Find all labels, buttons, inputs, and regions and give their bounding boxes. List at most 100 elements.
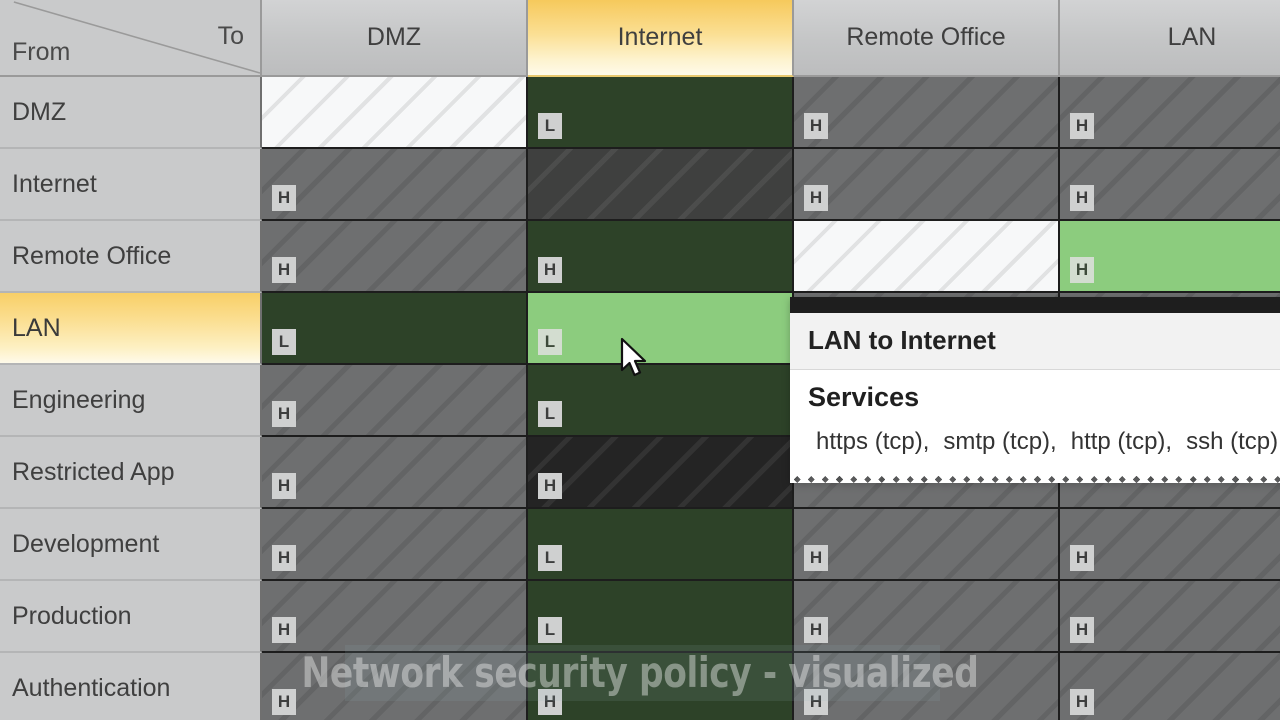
matrix-corner-header: To From	[0, 0, 262, 77]
column-header-label: DMZ	[366, 23, 422, 51]
cell-hatch-pattern	[794, 149, 1058, 219]
matrix-cell[interactable]	[794, 221, 1060, 293]
matrix-cell[interactable]: H	[528, 221, 794, 293]
cell-severity-badge: H	[1070, 617, 1094, 643]
cell-severity-badge: H	[272, 689, 296, 715]
row-header-remote-office[interactable]: Remote Office	[0, 221, 262, 293]
matrix-cell[interactable]	[262, 77, 528, 149]
row-header-restricted-app[interactable]: Restricted App	[0, 437, 262, 509]
matrix-cell[interactable]: H	[1060, 581, 1280, 653]
cell-severity-badge: H	[804, 185, 828, 211]
row-header-label: Internet	[12, 169, 97, 198]
cell-hatch-pattern	[262, 509, 526, 579]
row-header-engineering[interactable]: Engineering	[0, 365, 262, 437]
cell-hatch-pattern	[262, 77, 526, 147]
matrix-cell[interactable]: L	[528, 365, 794, 437]
cell-hatch-pattern	[794, 221, 1058, 291]
cell-severity-badge: H	[804, 689, 828, 715]
cell-details-tooltip: LAN to Internet Services https (tcp), smt…	[790, 297, 1280, 483]
matrix-cell[interactable]: L	[528, 509, 794, 581]
cell-severity-badge: H	[272, 185, 296, 211]
cell-hatch-pattern	[262, 581, 526, 651]
tooltip-service-item: https (tcp),	[816, 428, 930, 455]
matrix-cell[interactable]: L	[528, 293, 794, 365]
row-header-production[interactable]: Production	[0, 581, 262, 653]
matrix-cell[interactable]: H	[794, 149, 1060, 221]
cell-hatch-pattern	[794, 653, 1058, 720]
matrix-cell[interactable]: H	[262, 365, 528, 437]
matrix-cell[interactable]: H	[262, 653, 528, 720]
matrix-cell[interactable]	[528, 149, 794, 221]
row-header-label: Remote Office	[12, 241, 172, 270]
tooltip-service-item: ssh (tcp)	[1186, 428, 1279, 455]
matrix-cell[interactable]: L	[262, 293, 528, 365]
cell-hatch-pattern	[794, 77, 1058, 147]
cell-severity-badge: L	[538, 329, 562, 355]
cell-severity-badge: H	[1070, 689, 1094, 715]
cell-hatch-pattern	[262, 653, 526, 720]
tooltip-services-label: Services	[808, 382, 920, 412]
column-header-lan[interactable]: LAN	[1060, 0, 1280, 77]
cell-severity-badge: H	[538, 257, 562, 283]
matrix-cell[interactable]: H	[262, 149, 528, 221]
matrix-cell[interactable]: H	[262, 581, 528, 653]
matrix-cell[interactable]: H	[262, 221, 528, 293]
column-header-dmz[interactable]: DMZ	[262, 0, 528, 77]
tooltip-title: LAN to Internet	[790, 313, 1280, 370]
matrix-cell[interactable]: H	[262, 509, 528, 581]
matrix-cell[interactable]: H	[1060, 221, 1280, 293]
column-header-label: Internet	[617, 23, 703, 51]
cell-severity-badge: H	[804, 545, 828, 571]
matrix-cell[interactable]: H	[1060, 77, 1280, 149]
matrix-cell[interactable]: L	[528, 77, 794, 149]
matrix-cell[interactable]: H	[1060, 149, 1280, 221]
matrix-cell[interactable]: H	[794, 581, 1060, 653]
tooltip-body: Services https (tcp), smtp (tcp), http (tc…	[790, 370, 1280, 476]
matrix-cell[interactable]: H	[794, 509, 1060, 581]
cell-severity-badge: H	[804, 113, 828, 139]
row-header-development[interactable]: Development	[0, 509, 262, 581]
cell-hatch-pattern	[262, 365, 526, 435]
matrix-cell[interactable]: H	[1060, 509, 1280, 581]
cell-severity-badge: H	[272, 617, 296, 643]
cell-severity-badge: H	[1070, 113, 1094, 139]
row-header-authentication[interactable]: Authentication	[0, 653, 262, 720]
row-header-lan[interactable]: LAN	[0, 293, 262, 365]
matrix-cell[interactable]: H	[1060, 653, 1280, 720]
tooltip-top-bar	[790, 297, 1280, 313]
cell-severity-badge: L	[272, 329, 296, 355]
matrix-cell[interactable]: L	[528, 581, 794, 653]
column-header-internet[interactable]: Internet	[528, 0, 794, 77]
cell-severity-badge: H	[272, 473, 296, 499]
column-header-label: Remote Office	[846, 23, 1006, 51]
cell-severity-badge: H	[1070, 545, 1094, 571]
cell-severity-badge: H	[538, 473, 562, 499]
cell-severity-badge: L	[538, 401, 562, 427]
matrix-cell[interactable]: H	[794, 653, 1060, 720]
matrix-cell[interactable]: H	[262, 437, 528, 509]
policy-matrix-app: To From DMZ Internet Remote Office LAN DMZ Inte…	[0, 0, 1280, 720]
row-header-label: Production	[12, 601, 132, 630]
cell-hatch-pattern	[528, 149, 792, 219]
row-header-label: LAN	[12, 313, 61, 342]
corner-to-label: To	[217, 22, 244, 50]
row-header-label: Engineering	[12, 385, 146, 414]
cell-severity-badge: H	[538, 689, 562, 715]
matrix-cell[interactable]: H	[528, 653, 794, 720]
row-header-label: Development	[12, 529, 160, 558]
cell-hatch-pattern	[794, 581, 1058, 651]
cell-severity-badge: L	[538, 545, 562, 571]
cell-severity-badge: H	[272, 545, 296, 571]
cell-severity-badge: H	[804, 617, 828, 643]
row-header-internet[interactable]: Internet	[0, 149, 262, 221]
tooltip-serrated-edge	[790, 475, 1280, 483]
column-header-remote-office[interactable]: Remote Office	[794, 0, 1060, 77]
cell-hatch-pattern	[262, 149, 526, 219]
cell-hatch-pattern	[262, 221, 526, 291]
cell-severity-badge: H	[272, 257, 296, 283]
cell-hatch-pattern	[262, 437, 526, 507]
column-header-label: LAN	[1167, 23, 1217, 51]
matrix-cell[interactable]: H	[528, 437, 794, 509]
matrix-cell[interactable]: H	[794, 77, 1060, 149]
row-header-dmz[interactable]: DMZ	[0, 77, 262, 149]
